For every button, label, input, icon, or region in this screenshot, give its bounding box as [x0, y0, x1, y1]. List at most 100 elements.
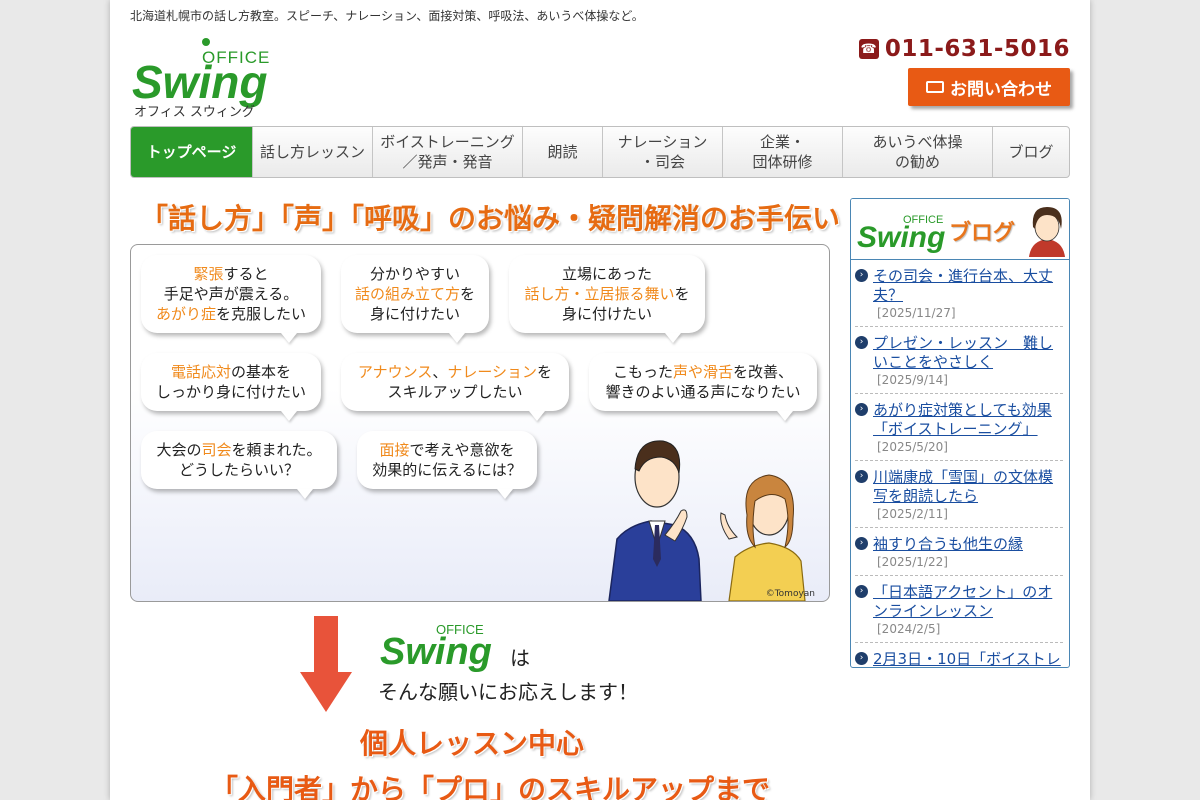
bubble-plain-text: スキルアップしたい — [387, 383, 523, 401]
highlight-text: 緊張 — [193, 265, 224, 283]
bubble-manners: 立場にあった話し方・立居振る舞いを身に付けたい — [509, 255, 705, 333]
blog-post-item: › あがり症対策としても効果「ボイストレーニング」 [2025/5/20] — [855, 394, 1063, 461]
blog-post-list: › その司会・進行台本、大丈夫？ [2025/11/27] › プレゼン・レッスン 難… — [851, 260, 1069, 667]
sub-headline-range: 「入門者」から「プロ」のスキルアップまで — [210, 773, 771, 800]
particle-wa: は — [510, 646, 530, 670]
nav-reading[interactable]: 朗読 — [523, 127, 603, 177]
blog-title: ブログ — [949, 221, 1016, 246]
main-nav: トップページ 話し方レッスン ボイストレーニング ／発声・発音 朗読 ナレーショ… — [130, 126, 1070, 178]
bubble-plain-text: の基本を — [230, 363, 291, 381]
highlight-text: 話し方・立居振る舞い — [524, 285, 675, 303]
nav-blog[interactable]: ブログ — [993, 127, 1069, 177]
illustration-credit: ©Tomoyan — [765, 589, 815, 599]
mail-icon — [926, 81, 944, 93]
bubble-plain-text: すると — [223, 265, 269, 283]
highlight-text: 話の組み立て方 — [354, 285, 460, 303]
chevron-right-icon: › — [855, 269, 868, 282]
nav-voice-training[interactable]: ボイストレーニング ／発声・発音 — [373, 127, 523, 177]
blog-post-date: [2025/9/14] — [877, 373, 948, 387]
blog-post-date: [2025/1/22] — [877, 555, 948, 569]
blog-header[interactable]: OFFICE Swing ブログ — [851, 199, 1069, 260]
highlight-text: アナウンス — [357, 363, 433, 381]
nav-top[interactable]: トップページ — [131, 127, 253, 177]
chevron-right-icon: › — [855, 403, 868, 416]
highlight-text: 声や滑舌 — [672, 363, 733, 381]
blog-post-link[interactable]: 2月3日・10日「ボイストレーニング — [873, 650, 1063, 667]
chevron-right-icon: › — [855, 537, 868, 550]
bubble-plain-text: を — [537, 363, 553, 381]
site-logo[interactable]: OFFICE Swing オフィス スウィング — [132, 36, 292, 122]
bubble-plain-text: 分かりやすい — [369, 265, 460, 283]
logo2-swing: Swing — [380, 631, 492, 672]
illustration-people — [608, 440, 806, 601]
bubble-plain-text: 、 — [432, 363, 448, 381]
bubble-plain-text: を克服したい — [216, 305, 307, 323]
chevron-right-icon: › — [855, 470, 868, 483]
highlight-text: 司会 — [201, 441, 232, 459]
bubble-plain-text: を頼まれた。 — [231, 441, 322, 459]
nav-aiube[interactable]: あいうべ体操 の勧め — [843, 127, 993, 177]
highlight-text: ナレーション — [447, 363, 538, 381]
blog-post-link[interactable]: 袖すり合うも他生の縁 — [873, 535, 1063, 554]
blog-post-link[interactable]: 川端康成「雪国」の文体模写を朗読したら — [873, 468, 1063, 506]
highlight-text: 面接 — [379, 441, 410, 459]
blog-sidebar: OFFICE Swing ブログ › その司会・進行台本、大丈夫？ [2025/11… — [850, 198, 1070, 668]
bubble-text: 緊張すると手足や声が震える。あがり症を克服したい — [156, 264, 306, 324]
nav-corporate[interactable]: 企業・ 団体研修 — [723, 127, 843, 177]
bubble-plain-text: 立場にあった — [561, 265, 652, 283]
bubble-plain-text: 身に付けたい — [561, 305, 652, 323]
down-arrow-icon — [300, 616, 352, 712]
blog-post-item: › 「日本語アクセント」のオンラインレッスン [2024/2/5] — [855, 576, 1063, 643]
bubble-plain-text: どうしたらいい？ — [178, 461, 299, 479]
logo-sub-text: オフィス スウィング — [134, 105, 255, 120]
blog-logo: OFFICE Swing — [857, 214, 945, 253]
bubble-structure: 分かりやすい 話の組み立て方を 身に付けたい — [341, 255, 489, 333]
phone-number[interactable]: ☎ 011-631-5016 — [858, 36, 1070, 62]
blog-logo-swing: Swing — [857, 221, 945, 253]
site-tagline: 北海道札幌市の話し方教室。スピーチ、ナレーション、面接対策、呼吸法、あいうべ体操… — [130, 9, 644, 23]
bubble-plain-text: を改善、 — [733, 363, 794, 381]
bubble-text: 大会の司会を頼まれた。どうしたらいい？ — [156, 440, 321, 480]
blog-post-link[interactable]: その司会・進行台本、大丈夫？ — [873, 267, 1063, 305]
phone-text: 011-631-5016 — [884, 36, 1070, 62]
bubble-plain-text: で考えや意欲を — [409, 441, 515, 459]
bubble-phone: 電話応対の基本を しっかり身に付けたい — [141, 353, 321, 411]
author-portrait — [1029, 207, 1065, 257]
bubble-plain-text: を — [674, 285, 690, 303]
nav-lesson[interactable]: 話し方レッスン — [253, 127, 373, 177]
highlight-text: あがり症 — [155, 305, 216, 323]
blog-post-item: › 袖すり合うも他生の縁 [2025/1/22] — [855, 528, 1063, 576]
bubble-plain-text: 大会の — [156, 441, 202, 459]
contact-button[interactable]: お問い合わせ — [908, 68, 1070, 106]
bubble-announce: アナウンス、ナレーションを スキルアップしたい — [341, 353, 569, 411]
response-text: そんな願いにお応えします！ — [378, 680, 638, 704]
bubble-plain-text: 身に付けたい — [369, 305, 460, 323]
bubble-text: 電話応対の基本を しっかり身に付けたい — [156, 362, 306, 402]
bubble-voice: こもった声や滑舌を改善、 響きのよい通る声になりたい — [589, 353, 817, 411]
bubble-plain-text: こもった — [612, 363, 673, 381]
logo-swing-text: Swing — [132, 56, 267, 108]
main-headline: 「話し方」「声」「呼吸」のお悩み・疑問解消のお手伝い — [140, 202, 841, 235]
chevron-right-icon: › — [855, 652, 868, 665]
blog-post-link[interactable]: あがり症対策としても効果「ボイストレーニング」 — [873, 401, 1063, 439]
blog-post-item: › プレゼン・レッスン 難しいことをやさしく [2025/9/14] — [855, 327, 1063, 394]
blog-post-item: › 川端康成「雪国」の文体模写を朗読したら [2025/2/11] — [855, 461, 1063, 528]
chevron-right-icon: › — [855, 585, 868, 598]
bubble-text: 分かりやすい 話の組み立て方を 身に付けたい — [355, 264, 475, 324]
contact-label: お問い合わせ — [950, 79, 1052, 100]
blog-post-date: [2025/5/20] — [877, 440, 948, 454]
bubble-text: こもった声や滑舌を改善、 響きのよい通る声になりたい — [605, 362, 800, 402]
blog-post-link[interactable]: プレゼン・レッスン 難しいことをやさしく — [873, 334, 1063, 372]
hero-panel: 緊張すると 手足や声が震える。 あがり症を克服したい 分かりやすい 話の組み立て方を身… — [130, 244, 830, 602]
bubble-plain-text: 手足や声が震える。 — [163, 285, 299, 303]
swing-logo-small: OFFICE Swing — [380, 622, 492, 672]
bubble-text: 面接で考えや意欲を 効果的に伝えるには？ — [372, 440, 522, 480]
sub-headline-individual: 個人レッスン中心 — [360, 727, 585, 760]
blog-post-link[interactable]: 「日本語アクセント」のオンラインレッスン — [873, 583, 1063, 621]
bubble-interview: 面接で考えや意欲を 効果的に伝えるには？ — [357, 431, 537, 489]
bubble-text: 立場にあった話し方・立居振る舞いを身に付けたい — [524, 264, 689, 324]
blog-post-item: › その司会・進行台本、大丈夫？ [2025/11/27] — [855, 260, 1063, 327]
bubble-text: アナウンス、ナレーションを スキルアップしたい — [358, 362, 552, 402]
bubble-nervousness: 緊張すると手足や声が震える。あがり症を克服したい — [141, 255, 321, 333]
nav-narration[interactable]: ナレーション ・司会 — [603, 127, 723, 177]
